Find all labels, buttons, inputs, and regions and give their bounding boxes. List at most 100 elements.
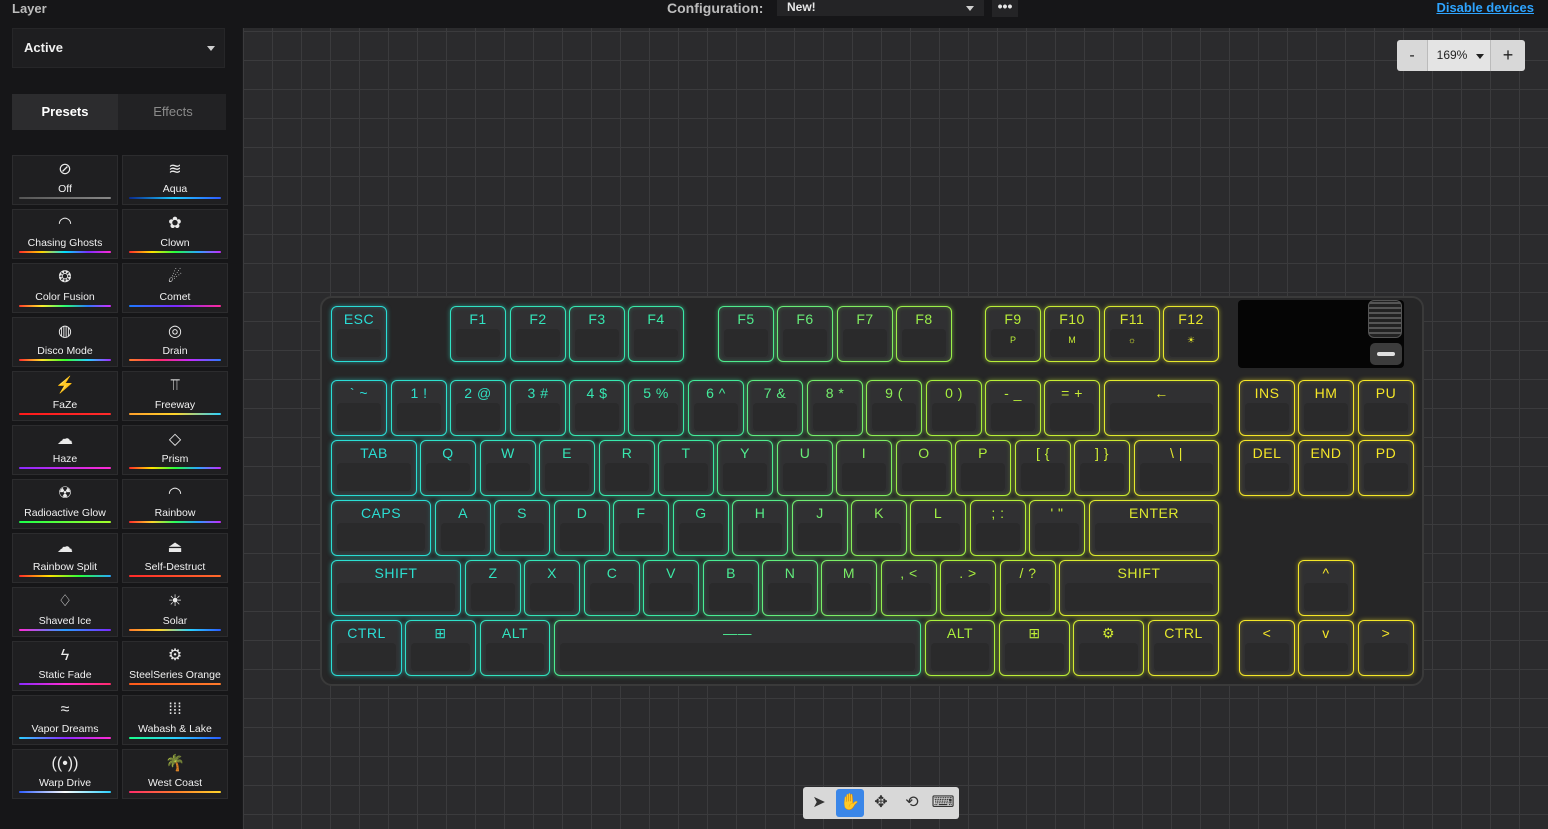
key-d2[interactable]: 2 @: [450, 380, 506, 436]
key-lwin[interactable]: ⊞: [405, 620, 476, 676]
zoom-in-button[interactable]: +: [1493, 40, 1523, 71]
key-f11[interactable]: F11 ☼: [1104, 306, 1160, 362]
key-ins[interactable]: INS: [1239, 380, 1295, 436]
preset-rainbow-split[interactable]: ☁ Rainbow Split: [12, 533, 118, 583]
preset-self-destruct[interactable]: ⏏ Self-Destruct: [122, 533, 228, 583]
preset-west-coast[interactable]: 🌴 West Coast: [122, 749, 228, 799]
key-right[interactable]: >: [1358, 620, 1414, 676]
key-f4[interactable]: F4: [628, 306, 684, 362]
media-button[interactable]: [1370, 343, 1402, 365]
layer-select[interactable]: Active: [12, 28, 225, 68]
pan-tool-icon[interactable]: ✋: [836, 789, 864, 817]
key-ralt[interactable]: ALT: [925, 620, 995, 676]
key-z[interactable]: Z: [465, 560, 521, 616]
key-f[interactable]: F: [613, 500, 669, 556]
preset-aqua[interactable]: ≋ Aqua: [122, 155, 228, 205]
tab-effects[interactable]: Effects: [120, 94, 226, 130]
configuration-select[interactable]: New!: [777, 0, 984, 16]
key-lctrl[interactable]: CTRL: [331, 620, 402, 676]
key-b[interactable]: B: [703, 560, 759, 616]
key-slash[interactable]: / ?: [1000, 560, 1056, 616]
key-backslash[interactable]: \ |: [1134, 440, 1219, 496]
key-f12[interactable]: F12 ☀: [1163, 306, 1219, 362]
key-f6[interactable]: F6: [777, 306, 833, 362]
key-minus[interactable]: - _: [985, 380, 1041, 436]
key-lbracket[interactable]: [ {: [1015, 440, 1071, 496]
key-w[interactable]: W: [480, 440, 536, 496]
volume-wheel[interactable]: [1368, 300, 1402, 338]
key-f2[interactable]: F2: [510, 306, 566, 362]
preset-prism[interactable]: ◇ Prism: [122, 425, 228, 475]
key-del[interactable]: DEL: [1239, 440, 1295, 496]
key-s[interactable]: S: [494, 500, 550, 556]
key-f8[interactable]: F8: [896, 306, 952, 362]
preset-wabash-lake[interactable]: ⁞⁞⁞ Wabash & Lake: [122, 695, 228, 745]
preset-rainbow[interactable]: ◠ Rainbow: [122, 479, 228, 529]
preset-freeway[interactable]: ⫪ Freeway: [122, 371, 228, 421]
key-g[interactable]: G: [673, 500, 729, 556]
key-d6[interactable]: 6 ^: [688, 380, 744, 436]
preset-color-fusion[interactable]: ❂ Color Fusion: [12, 263, 118, 313]
key-u[interactable]: U: [777, 440, 833, 496]
preset-comet[interactable]: ☄ Comet: [122, 263, 228, 313]
key-pu[interactable]: PU: [1358, 380, 1414, 436]
key-h[interactable]: H: [732, 500, 788, 556]
key-lalt[interactable]: ALT: [480, 620, 550, 676]
preset-warp-drive[interactable]: ((•)) Warp Drive: [12, 749, 118, 799]
key-q[interactable]: Q: [420, 440, 476, 496]
key-d4[interactable]: 4 $: [569, 380, 625, 436]
key-up[interactable]: ^: [1298, 560, 1354, 616]
key-d9[interactable]: 9 (: [866, 380, 922, 436]
key-p[interactable]: P: [955, 440, 1011, 496]
key-semicolon[interactable]: ; :: [970, 500, 1026, 556]
preset-off[interactable]: ⊘ Off: [12, 155, 118, 205]
tab-presets[interactable]: Presets: [12, 94, 118, 130]
preset-disco-mode[interactable]: ◍ Disco Mode: [12, 317, 118, 367]
key-rshift[interactable]: SHIFT: [1059, 560, 1219, 616]
key-esc[interactable]: ESC: [331, 306, 387, 362]
move-tool-icon[interactable]: ✥: [867, 789, 895, 817]
key-hm[interactable]: HM: [1298, 380, 1354, 436]
key-d7[interactable]: 7 &: [747, 380, 803, 436]
key-pd[interactable]: PD: [1358, 440, 1414, 496]
keyboard-tool-icon[interactable]: ⌨: [929, 789, 957, 817]
preset-vapor-dreams[interactable]: ≈ Vapor Dreams: [12, 695, 118, 745]
key-enter[interactable]: ENTER: [1089, 500, 1219, 556]
key-d[interactable]: D: [554, 500, 610, 556]
preset-haze[interactable]: ☁ Haze: [12, 425, 118, 475]
preset-shaved-ice[interactable]: ♢ Shaved Ice: [12, 587, 118, 637]
preset-faze[interactable]: ⚡ FaZe: [12, 371, 118, 421]
key-m[interactable]: M: [821, 560, 877, 616]
key-rbracket[interactable]: ] }: [1074, 440, 1130, 496]
preset-chasing-ghosts[interactable]: ◠ Chasing Ghosts: [12, 209, 118, 259]
key-x[interactable]: X: [524, 560, 580, 616]
key-v[interactable]: V: [643, 560, 699, 616]
key-d0[interactable]: 0 ): [926, 380, 982, 436]
key-f10[interactable]: F10 M: [1044, 306, 1100, 362]
key-l[interactable]: L: [910, 500, 966, 556]
preset-static-fade[interactable]: ϟ Static Fade: [12, 641, 118, 691]
key-equal[interactable]: = +: [1044, 380, 1100, 436]
key-c[interactable]: C: [584, 560, 640, 616]
key-e[interactable]: E: [539, 440, 595, 496]
key-d3[interactable]: 3 #: [510, 380, 566, 436]
disable-devices-link[interactable]: Disable devices: [1436, 0, 1534, 15]
key-f3[interactable]: F3: [569, 306, 625, 362]
key-r[interactable]: R: [599, 440, 655, 496]
key-end[interactable]: END: [1298, 440, 1354, 496]
key-k[interactable]: K: [851, 500, 907, 556]
key-n[interactable]: N: [762, 560, 818, 616]
key-down[interactable]: v: [1298, 620, 1354, 676]
key-y[interactable]: Y: [717, 440, 773, 496]
rotate-tool-icon[interactable]: ⟲: [898, 789, 926, 817]
preset-solar[interactable]: ☀ Solar: [122, 587, 228, 637]
preset-steelseries-orange[interactable]: ⚙ SteelSeries Orange: [122, 641, 228, 691]
key-o[interactable]: O: [896, 440, 952, 496]
key-left[interactable]: <: [1239, 620, 1295, 676]
key-i[interactable]: I: [836, 440, 892, 496]
key-f9[interactable]: F9 P: [985, 306, 1041, 362]
key-t[interactable]: T: [658, 440, 714, 496]
key-d8[interactable]: 8 *: [807, 380, 863, 436]
preset-clown[interactable]: ✿ Clown: [122, 209, 228, 259]
key-a[interactable]: A: [435, 500, 491, 556]
